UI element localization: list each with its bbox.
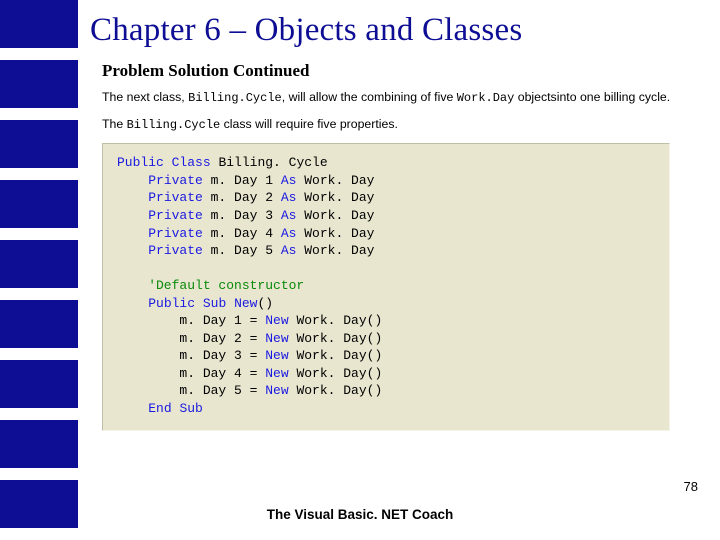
section-title: Problem Solution Continued — [102, 61, 700, 81]
text: objectsinto one billing cycle. — [514, 90, 670, 104]
sidebar-block — [0, 60, 78, 108]
sidebar-block — [0, 180, 78, 228]
sidebar-block — [0, 0, 78, 48]
text: , will allow the combining of five — [282, 90, 457, 104]
text: The next class, — [102, 90, 188, 104]
sidebar-block — [0, 360, 78, 408]
sidebar-block — [0, 120, 78, 168]
text: class will require five properties. — [220, 117, 398, 131]
sidebar-blocks — [0, 0, 78, 540]
sidebar-block — [0, 240, 78, 288]
inline-code: Billing.Cycle — [188, 91, 282, 105]
text: The — [102, 117, 127, 131]
inline-code: Billing.Cycle — [127, 118, 221, 132]
inline-code: Work.Day — [457, 91, 515, 105]
sidebar-block — [0, 300, 78, 348]
footer-title: The Visual Basic. NET Coach — [0, 507, 720, 522]
paragraph-1: The next class, Billing.Cycle, will allo… — [102, 89, 680, 106]
page-number: 78 — [684, 479, 698, 494]
sidebar-block — [0, 420, 78, 468]
chapter-title: Chapter 6 – Objects and Classes — [90, 12, 700, 49]
paragraph-2: The Billing.Cycle class will require fiv… — [102, 116, 680, 133]
code-block: Public Class Billing. Cycle Private m. D… — [102, 143, 670, 430]
slide-content: Chapter 6 – Objects and Classes Problem … — [90, 12, 700, 431]
